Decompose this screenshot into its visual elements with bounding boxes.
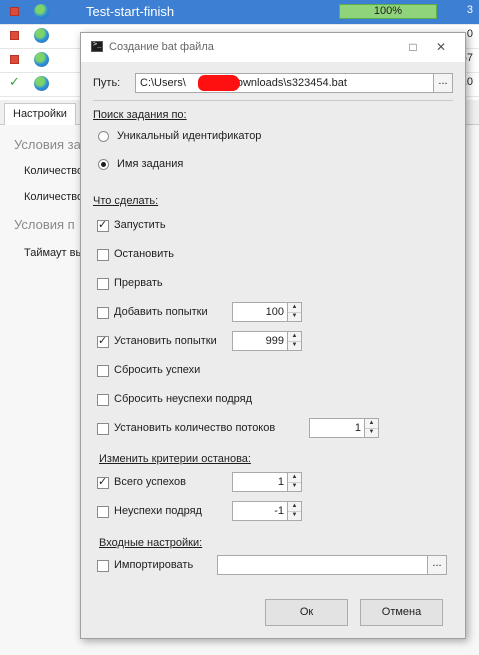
set-threads-label: Установить количество потоков [114, 422, 276, 434]
stepper-down-icon[interactable]: ▼ [288, 341, 301, 350]
total-success-checkbox[interactable] [97, 475, 109, 489]
globe-icon [34, 4, 49, 19]
stepper-down-icon[interactable]: ▼ [288, 482, 301, 491]
stepper-value: 1 [354, 422, 361, 434]
radio-task-name[interactable] [98, 159, 109, 170]
search-header: Поиск задания по: [93, 109, 187, 121]
stepper-value: -1 [274, 505, 284, 517]
stepper-value: 1 [277, 476, 284, 488]
total-success-label: Всего успехов [114, 476, 186, 488]
console-icon [91, 40, 103, 52]
ok-button[interactable]: Ок [265, 599, 348, 626]
start-label: Запустить [114, 219, 166, 231]
task-count: 3 [466, 4, 473, 16]
globe-icon [34, 52, 49, 67]
radio-name-label: Имя задания [117, 158, 184, 170]
dialog-titlebar[interactable]: Создание bat файла □ ✕ [81, 33, 465, 62]
import-checkbox[interactable] [97, 560, 109, 572]
stop-status-icon [10, 7, 19, 16]
create-bat-dialog: Создание bat файла □ ✕ Путь: C:\Users\\D… [80, 32, 466, 639]
browse-path-button[interactable]: ... [433, 74, 452, 92]
fail-row-label: Неуспехи подряд [114, 505, 202, 517]
setting-label: Количество [24, 191, 84, 203]
task-name: Test-start-finish [86, 4, 175, 19]
redaction-mark [198, 75, 240, 91]
stepper-down-icon[interactable]: ▼ [288, 312, 301, 321]
dialog-title: Создание bat файла [109, 41, 214, 53]
stepper-buttons: ▲ ▼ [287, 303, 301, 321]
set-threads-stepper[interactable]: 1 ▲ ▼ [309, 418, 379, 438]
add-attempts-checkbox[interactable] [97, 307, 109, 319]
stepper-buttons: ▲ ▼ [287, 502, 301, 520]
globe-icon [34, 28, 49, 43]
tab-settings[interactable]: Настройки [4, 103, 76, 125]
maximize-button[interactable]: □ [405, 39, 421, 55]
setting-label: Количество [24, 165, 84, 177]
radio-unique-id[interactable] [98, 131, 109, 142]
set-threads-checkbox[interactable] [97, 423, 109, 435]
globe-icon [34, 76, 49, 91]
add-attempts-stepper[interactable]: 100 ▲ ▼ [232, 302, 302, 322]
reset-success-checkbox[interactable] [97, 365, 109, 377]
path-field[interactable]: C:\Users\ \Downloads\s323454.bat ... [135, 73, 453, 93]
input-settings-header: Входные настройки: [99, 537, 203, 549]
set-attempts-stepper[interactable]: 999 ▲ ▼ [232, 331, 302, 351]
add-attempts-label: Добавить попытки [114, 306, 208, 318]
stop-criteria-header: Изменить критерии останова: [99, 453, 251, 465]
progress-text: 100% [373, 5, 403, 17]
stepper-buttons: ▲ ▼ [287, 473, 301, 491]
task-count: 0 [466, 28, 473, 40]
stepper-down-icon[interactable]: ▼ [365, 428, 378, 437]
browse-import-button[interactable]: ... [427, 556, 446, 574]
import-label: Импортировать [114, 559, 194, 571]
reset-fail-checkbox[interactable] [97, 394, 109, 406]
stepper-value: 999 [265, 335, 284, 347]
check-status-icon: ✓ [9, 74, 20, 89]
progress-bar: 100% [339, 4, 437, 19]
stop-status-icon [10, 55, 19, 64]
stepper-value: 100 [265, 306, 284, 318]
radio-unique-label: Уникальный идентификатор [117, 130, 262, 142]
path-value: C:\Users\ \Downloads\s323454.bat [140, 77, 347, 89]
stop-status-icon [10, 31, 19, 40]
import-field[interactable]: ... [217, 555, 447, 575]
stepper-buttons: ▲ ▼ [364, 419, 378, 437]
total-success-stepper[interactable]: 1 ▲ ▼ [232, 472, 302, 492]
start-checkbox[interactable] [97, 218, 109, 232]
abort-checkbox[interactable] [97, 278, 109, 290]
action-header: Что сделать: [93, 195, 159, 207]
fail-row-stepper[interactable]: -1 ▲ ▼ [232, 501, 302, 521]
reset-success-label: Сбросить успехи [114, 364, 201, 376]
setting-label: Таймаут вы [24, 247, 84, 259]
set-attempts-label: Установить попытки [114, 335, 217, 347]
dialog-body: Путь: C:\Users\ \Downloads\s323454.bat ..… [89, 63, 457, 631]
table-row[interactable]: Test-start-finish 100% 3 [0, 0, 479, 25]
stepper-buttons: ▲ ▼ [287, 332, 301, 350]
stepper-down-icon[interactable]: ▼ [288, 511, 301, 520]
section-heading: Условия п [14, 217, 75, 232]
abort-label: Прервать [114, 277, 163, 289]
stop-checkbox[interactable] [97, 249, 109, 261]
cancel-button[interactable]: Отмена [360, 599, 443, 626]
stop-label: Остановить [114, 248, 175, 260]
fail-row-checkbox[interactable] [97, 506, 109, 518]
divider [93, 100, 453, 101]
reset-fail-label: Сбросить неуспехи подряд [114, 393, 253, 405]
section-heading: Условия за [14, 137, 81, 152]
path-label: Путь: [93, 77, 121, 89]
close-button[interactable]: ✕ [433, 39, 449, 55]
set-attempts-checkbox[interactable] [97, 334, 109, 348]
